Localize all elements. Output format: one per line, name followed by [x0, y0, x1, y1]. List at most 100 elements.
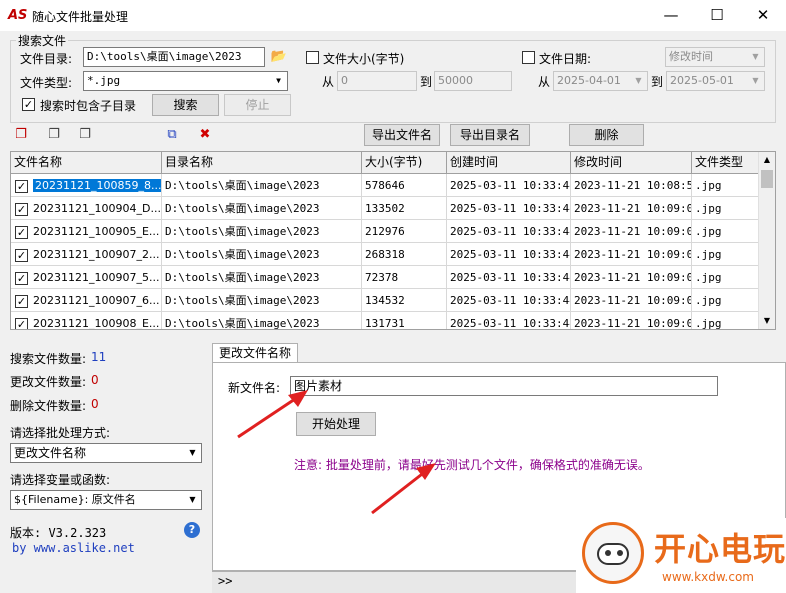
row-checkbox[interactable]: ✓	[15, 248, 28, 262]
row-checkbox[interactable]: ✓	[15, 225, 28, 239]
grid-scrollbar[interactable]: ▲ ▼	[758, 152, 775, 329]
type-select[interactable]: *.jpg ▼	[83, 71, 288, 91]
table-row[interactable]: ✓ 20231121_100904_D... D:\tools\桌面\image\2…	[11, 197, 759, 220]
cell-dir: D:\tools\桌面\image\2023	[162, 174, 362, 197]
size-to-input[interactable]: 50000	[434, 71, 512, 91]
col-header-modified[interactable]: 修改时间	[571, 152, 692, 174]
select-all-icon[interactable]: ❐	[12, 126, 30, 144]
chevron-down-icon: ▼	[189, 495, 196, 504]
stop-button[interactable]: 停止	[224, 94, 291, 116]
cell-modified: 2023-11-21 10:09:05	[571, 220, 692, 243]
date-filter-checkbox[interactable]	[522, 51, 535, 64]
cell-size: 578646	[362, 174, 447, 197]
mode-select-value: 更改文件名称	[14, 446, 87, 460]
col-header-created[interactable]: 创建时间	[447, 152, 571, 174]
mode-select[interactable]: 更改文件名称 ▼	[10, 443, 202, 463]
row-checkbox[interactable]: ✓	[15, 271, 28, 285]
row-checkbox[interactable]: ✓	[15, 317, 28, 329]
table-row[interactable]: ✓ 20231121_100908_E... D:\tools\桌面\image\2…	[11, 312, 759, 330]
export-filenames-button[interactable]: 导出文件名	[364, 124, 440, 146]
cell-size: 72378	[362, 266, 447, 289]
tab-rename[interactable]: 更改文件名称	[212, 343, 299, 363]
select-none-icon[interactable]: ❐	[45, 126, 63, 144]
cell-type: .jpg	[692, 243, 759, 266]
subdir-checkbox[interactable]: ✓	[22, 98, 35, 111]
help-icon[interactable]: ?	[184, 522, 200, 538]
file-grid[interactable]: 文件名称 目录名称 大小(字节) 创建时间 修改时间 文件类型 ✓ 2023112…	[10, 151, 776, 330]
delete-button[interactable]: 删除	[569, 124, 644, 146]
expand-button[interactable]: >>	[218, 574, 232, 588]
close-button[interactable]: ✕	[740, 0, 786, 31]
cell-name: ✓ 20231121_100904_D...	[11, 197, 162, 220]
table-row[interactable]: ✓ 20231121_100907_2... D:\tools\桌面\image\2…	[11, 243, 759, 266]
cell-created: 2025-03-11 10:33:44	[447, 289, 571, 312]
cell-created: 2025-03-11 10:33:44	[447, 220, 571, 243]
cell-modified: 2023-11-21 10:09:07	[571, 243, 692, 266]
row-checkbox[interactable]: ✓	[15, 294, 28, 308]
remove-files-icon[interactable]: ✖	[196, 126, 214, 144]
minimize-button[interactable]: —	[648, 0, 694, 31]
cell-name: ✓ 20231121_100905_E...	[11, 220, 162, 243]
date-to-label: 到	[651, 75, 664, 89]
date-to-value: 2025-05-01	[670, 74, 734, 87]
add-files-icon[interactable]: ⧉	[163, 126, 181, 144]
cell-type: .jpg	[692, 174, 759, 197]
search-group-legend: 搜索文件	[16, 32, 69, 49]
date-mode-select[interactable]: 修改时间 ▼	[665, 47, 765, 67]
table-row[interactable]: ✓ 20231121_100905_E... D:\tools\桌面\image\2…	[11, 220, 759, 243]
dir-input[interactable]: D:\tools\桌面\image\2023	[83, 47, 265, 67]
cell-name: ✓ 20231121_100907_2...	[11, 243, 162, 266]
deleted-count-label: 删除文件数量:	[10, 399, 87, 413]
table-row[interactable]: ✓ 20231121_100859_8... D:\tools\桌面\image\2…	[11, 174, 759, 197]
new-name-input[interactable]: 图片素材	[290, 376, 718, 396]
scroll-up-icon[interactable]: ▲	[759, 152, 775, 168]
search-button[interactable]: 搜索	[152, 94, 219, 116]
watermark-logo-icon	[582, 522, 644, 584]
col-header-size[interactable]: 大小(字节)	[362, 152, 447, 174]
folder-open-icon[interactable]: 📂	[270, 48, 288, 66]
type-select-value: *.jpg	[87, 74, 121, 87]
watermark: 开心电玩 www.kxdw.com	[576, 518, 786, 593]
table-row[interactable]: ✓ 20231121_100907_5... D:\tools\桌面\image\2…	[11, 266, 759, 289]
file-name-text: 20231121_100907_6...	[33, 294, 160, 307]
size-filter-checkbox[interactable]	[306, 51, 319, 64]
table-row[interactable]: ✓ 20231121_100907_6... D:\tools\桌面\image\2…	[11, 289, 759, 312]
row-checkbox[interactable]: ✓	[15, 202, 28, 216]
type-label: 文件类型:	[20, 76, 73, 90]
date-from-picker[interactable]: 2025-04-01 ▼	[553, 71, 648, 91]
cell-dir: D:\tools\桌面\image\2023	[162, 266, 362, 289]
renamed-count-value: 0	[91, 373, 99, 387]
row-checkbox[interactable]: ✓	[15, 179, 28, 193]
col-header-name[interactable]: 文件名称	[11, 152, 162, 174]
cell-size: 133502	[362, 197, 447, 220]
var-select[interactable]: ${Filename}: 原文件名 ▼	[10, 490, 202, 510]
file-name-text: 20231121_100907_2...	[33, 248, 160, 261]
file-name-text: 20231121_100904_D...	[33, 202, 161, 215]
scroll-down-icon[interactable]: ▼	[759, 313, 775, 329]
file-name-text: 20231121_100908_E...	[33, 317, 160, 330]
date-mode-value: 修改时间	[669, 50, 713, 63]
cell-type: .jpg	[692, 266, 759, 289]
annotation-arrow-1	[237, 390, 308, 439]
scroll-thumb[interactable]	[761, 170, 773, 188]
deleted-count-value: 0	[91, 397, 99, 411]
cell-size: 134532	[362, 289, 447, 312]
cell-modified: 2023-11-21 10:09:07	[571, 266, 692, 289]
website-link[interactable]: by www.aslike.net	[12, 541, 135, 555]
invert-selection-icon[interactable]: ❐	[76, 126, 94, 144]
cell-type: .jpg	[692, 312, 759, 329]
cell-size: 212976	[362, 220, 447, 243]
maximize-button[interactable]: ☐	[694, 0, 740, 31]
annotation-arrow-2	[371, 463, 436, 515]
file-name-text: 20231121_100907_5...	[33, 271, 160, 284]
var-label: 请选择变量或函数:	[10, 473, 111, 487]
version-text: 版本: V3.2.323	[10, 526, 107, 540]
size-from-label: 从	[322, 75, 335, 89]
date-to-picker[interactable]: 2025-05-01 ▼	[666, 71, 765, 91]
col-header-type[interactable]: 文件类型	[692, 152, 759, 174]
col-header-dir[interactable]: 目录名称	[162, 152, 362, 174]
notice-text: 注意: 批量处理前，请最好先测试几个文件，确保格式的准确无误。	[294, 458, 650, 472]
cell-created: 2025-03-11 10:33:44	[447, 197, 571, 220]
size-from-input[interactable]: 0	[337, 71, 417, 91]
export-dirnames-button[interactable]: 导出目录名	[450, 124, 530, 146]
